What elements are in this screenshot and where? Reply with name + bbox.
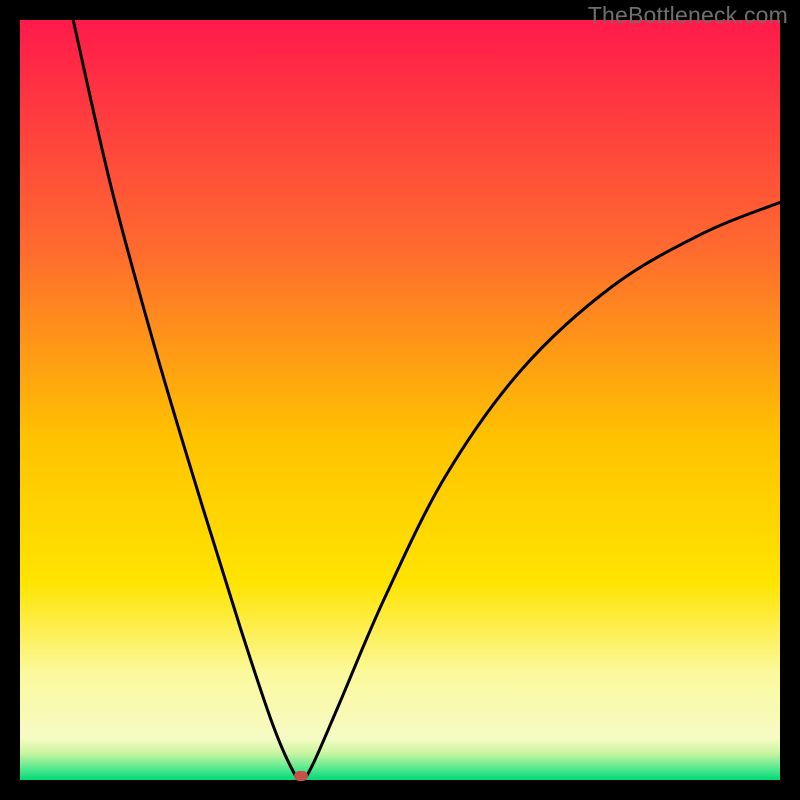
- plot-area: [20, 20, 780, 780]
- chart-frame: TheBottleneck.com: [0, 0, 800, 800]
- gradient-background: [20, 20, 780, 780]
- chart-svg: [20, 20, 780, 780]
- optimal-point-marker: [294, 771, 308, 781]
- watermark-text: TheBottleneck.com: [588, 2, 788, 29]
